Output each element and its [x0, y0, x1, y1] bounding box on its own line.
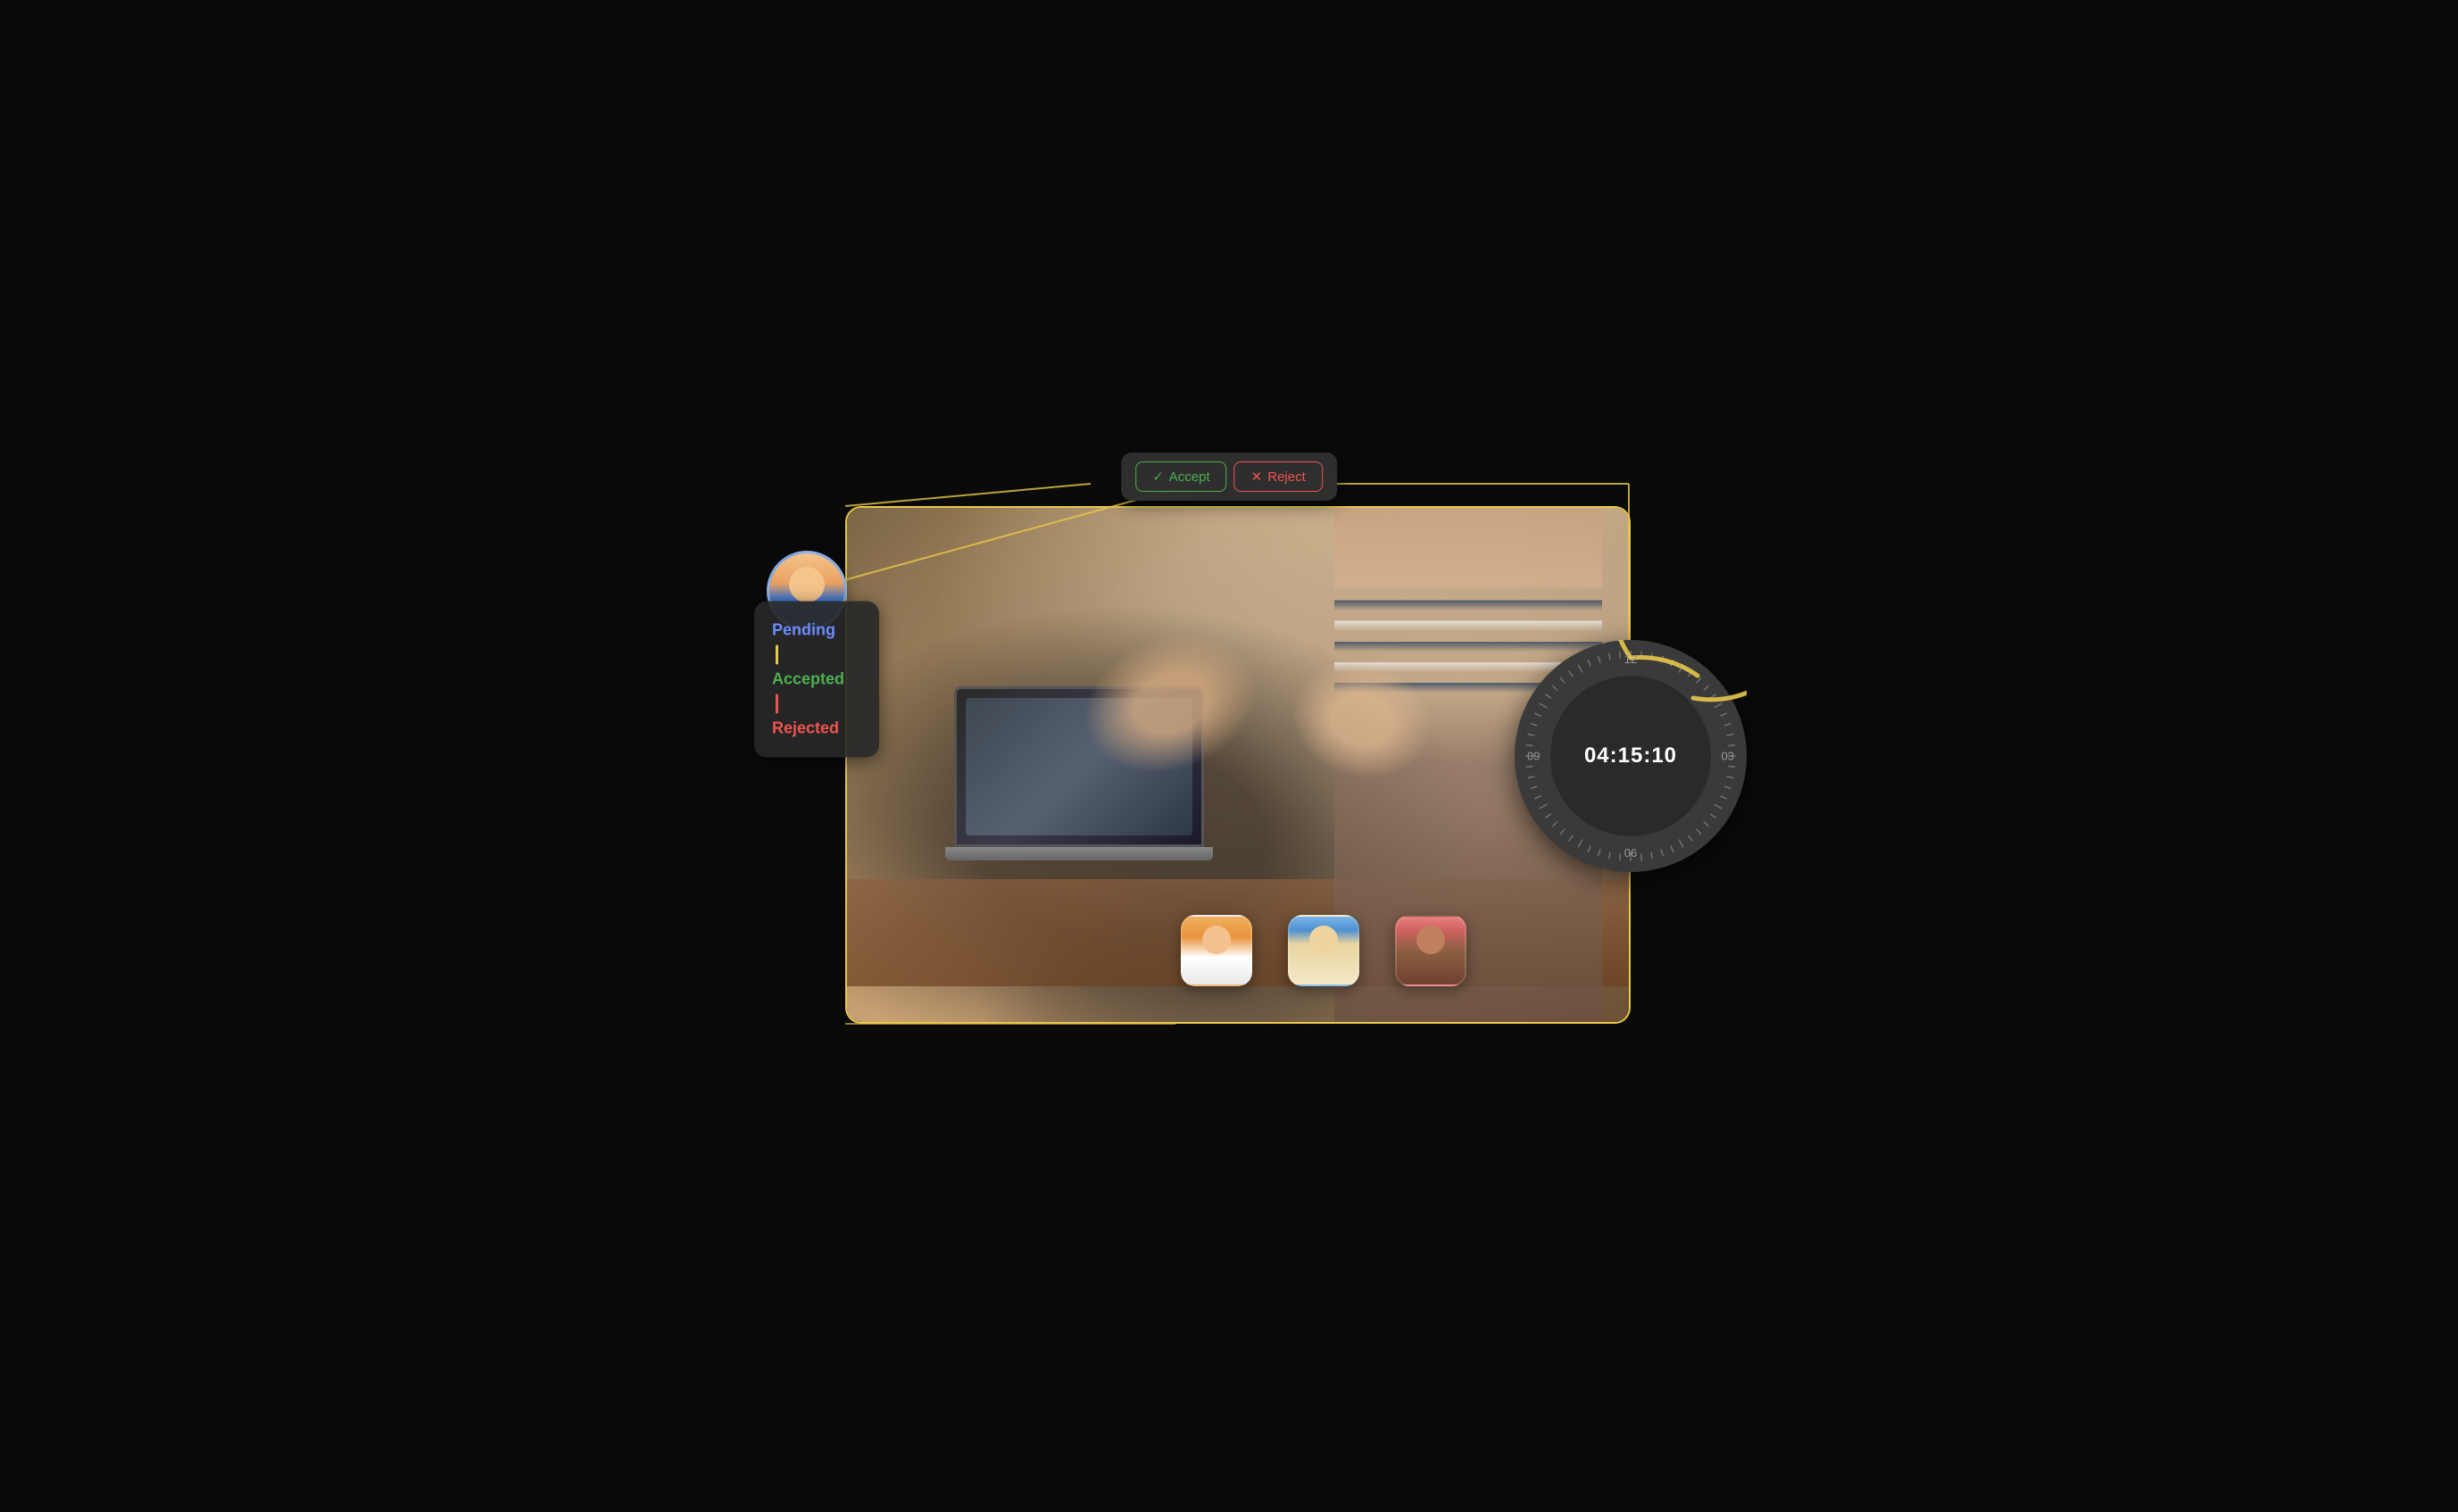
- clock-inner-display: 04:15:10: [1550, 676, 1711, 836]
- avatar-bottom-2: [1288, 915, 1359, 986]
- connector-pending-accepted: [776, 644, 778, 664]
- clock-label-06: 06: [1624, 846, 1637, 860]
- clock-outer-ring: 12 03 06 09 04:15:10: [1515, 640, 1747, 872]
- clock-time-display: 04:15:10: [1584, 744, 1677, 768]
- accept-label: Accept: [1169, 469, 1210, 485]
- status-accepted: Accepted: [772, 666, 844, 692]
- bottom-avatars-container: [1181, 915, 1466, 986]
- avatar-bottom-1: [1181, 915, 1252, 986]
- clock-label-09: 09: [1527, 750, 1540, 763]
- avatar-bottom-3: [1395, 915, 1466, 986]
- video-background: [847, 508, 1629, 1022]
- accept-icon: ✓: [1152, 469, 1164, 485]
- avatar-face-2: [1290, 917, 1358, 984]
- reject-icon: ✕: [1251, 469, 1263, 485]
- status-panel: Pending Accepted Rejected: [754, 601, 879, 757]
- scene-container: ✓ Accept ✕ Reject Pending Accepted Rejec…: [738, 435, 1720, 1077]
- status-pending: Pending: [772, 617, 835, 643]
- video-frame: [845, 506, 1631, 1024]
- avatar-face-3: [1397, 917, 1465, 984]
- status-rejected: Rejected: [772, 715, 839, 741]
- avatar-face-1: [1183, 917, 1250, 984]
- accept-button[interactable]: ✓ Accept: [1135, 461, 1226, 492]
- laptop-base: [945, 847, 1213, 860]
- clock-label-12: 12: [1624, 652, 1637, 666]
- accept-reject-toolbar: ✓ Accept ✕ Reject: [1121, 453, 1337, 501]
- reject-button[interactable]: ✕ Reject: [1234, 461, 1323, 492]
- clock-label-03: 03: [1722, 750, 1734, 763]
- clock-widget: 12 03 06 09 04:15:10: [1515, 640, 1747, 872]
- connector-accepted-rejected: [776, 694, 778, 713]
- reject-label: Reject: [1267, 469, 1306, 485]
